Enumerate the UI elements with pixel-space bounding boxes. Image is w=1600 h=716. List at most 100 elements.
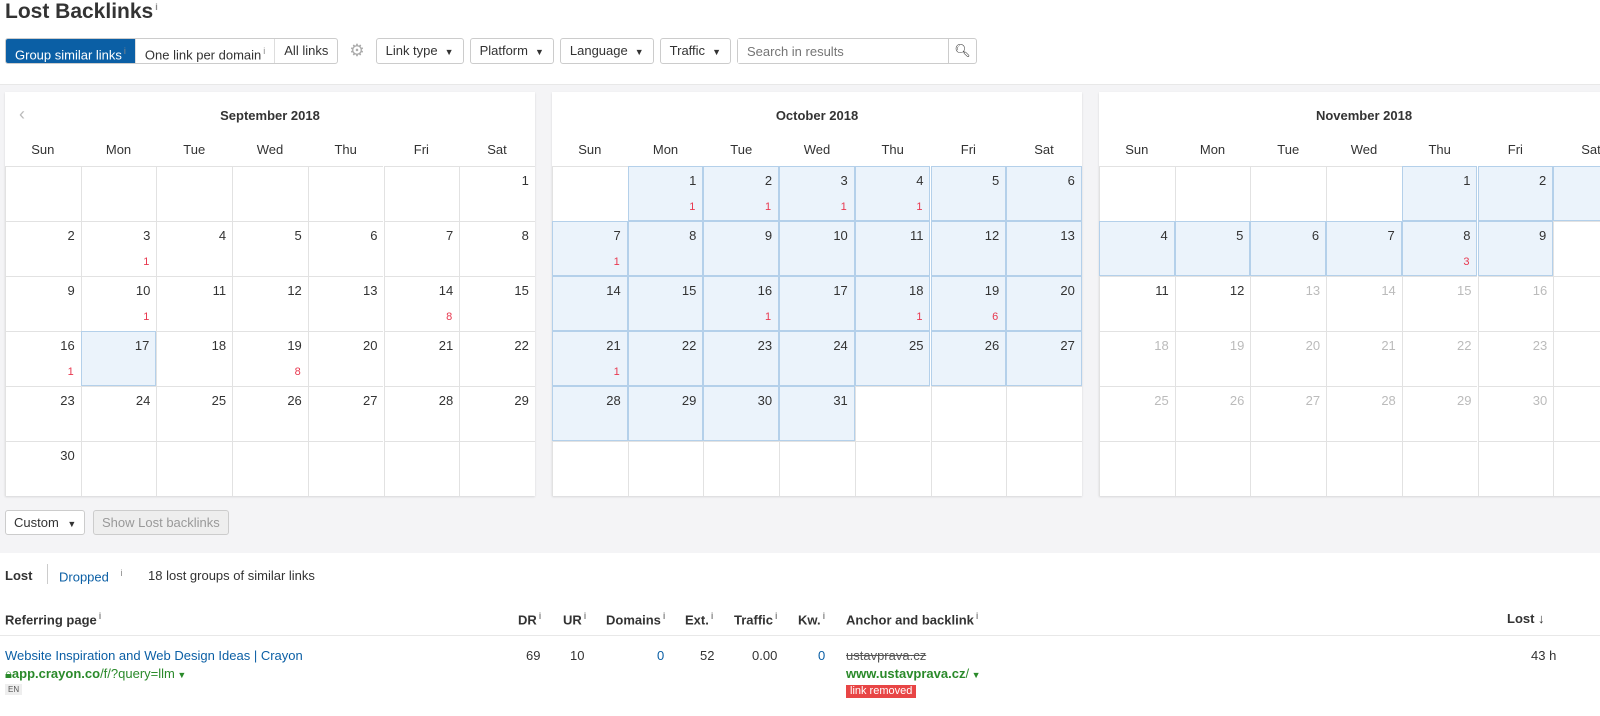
calendar-day[interactable]: 23 <box>1477 331 1554 386</box>
language-dropdown[interactable]: Language ▼ <box>559 38 654 64</box>
calendar-day[interactable]: 24 <box>80 386 157 441</box>
calendar-day[interactable]: 14 8 <box>383 276 460 331</box>
calendar-day[interactable]: 15 <box>1401 276 1478 331</box>
calendar-day[interactable]: 28 <box>1326 386 1402 441</box>
calendar-day[interactable]: 31 <box>80 221 157 276</box>
calendar-day[interactable]: 19 <box>1174 331 1251 386</box>
calendar-day[interactable]: 13 <box>1006 221 1082 276</box>
calendar-day[interactable]: 26 <box>232 386 308 441</box>
calendar-day[interactable]: 4 <box>156 221 233 276</box>
calendar-day[interactable]: 11 <box>156 276 233 331</box>
calendar-day[interactable]: 1 <box>459 166 535 221</box>
calendar-day[interactable]: 11 <box>627 166 704 221</box>
calendar-day[interactable]: 28 <box>383 386 460 441</box>
calendar-day[interactable]: 22 <box>627 331 704 386</box>
col-referring-page[interactable]: Referring page i <box>5 611 101 627</box>
calendar-day[interactable]: 21 <box>1326 331 1402 386</box>
calendar-day[interactable]: 21 1 <box>552 331 628 386</box>
calendar-day[interactable]: 20 <box>1250 331 1327 386</box>
calendar-day[interactable]: 13 <box>1250 276 1327 331</box>
col-traffic[interactable]: Traffic i <box>734 611 778 627</box>
referring-page-link[interactable]: Website Inspiration and Web Design Ideas… <box>5 648 303 663</box>
calendar-day[interactable]: 19 6 <box>930 276 1007 331</box>
calendar-day[interactable]: 27 <box>1006 331 1082 386</box>
calendar-day[interactable]: 6 <box>1250 221 1327 276</box>
calendar-day[interactable]: 26 <box>1174 386 1251 441</box>
calendar-day[interactable]: 16 <box>1477 276 1554 331</box>
link-type-dropdown[interactable]: Link type ▼ <box>375 38 464 64</box>
calendar-day[interactable]: 30 <box>5 441 81 496</box>
calendar-day[interactable]: 17 <box>80 331 157 386</box>
calendar-day[interactable]: 18 1 <box>854 276 931 331</box>
info-icon[interactable]: i <box>155 2 158 12</box>
all-links-button[interactable]: All links <box>275 39 337 63</box>
calendar-day[interactable]: 8 <box>459 221 535 276</box>
calendar-day[interactable]: 24 <box>779 331 855 386</box>
calendar-day[interactable]: 30 <box>703 386 780 441</box>
calendar-day[interactable]: 12 <box>232 276 308 331</box>
calendar-day[interactable]: 6 <box>1006 166 1082 221</box>
calendar-day[interactable]: 17 <box>779 276 855 331</box>
calendar-day[interactable]: 21 <box>703 166 780 221</box>
calendar-day[interactable]: 11 <box>854 221 931 276</box>
search-input[interactable] <box>737 39 948 63</box>
calendar-day[interactable]: 14 <box>552 276 628 331</box>
one-link-per-domain-button[interactable]: One link per domain i <box>136 39 276 63</box>
calendar-day[interactable]: 20 <box>307 331 384 386</box>
backlink-url[interactable]: www.ustavprava.cz/ ▼ <box>846 666 981 681</box>
calendar-day[interactable]: 5 <box>232 221 308 276</box>
calendar-day[interactable]: 23 <box>5 386 81 441</box>
calendar-day[interactable]: 31 <box>779 166 855 221</box>
calendar-day[interactable]: 29 <box>1401 386 1478 441</box>
show-lost-backlinks-button[interactable]: Show Lost backlinks <box>93 510 229 535</box>
calendar-day[interactable]: 2 <box>5 221 81 276</box>
traffic-dropdown[interactable]: Traffic ▼ <box>659 38 731 64</box>
group-similar-links-button[interactable]: Group similar links i <box>6 39 136 63</box>
calendar-day[interactable]: 3 <box>1553 166 1600 221</box>
calendar-day[interactable]: 4 <box>1099 221 1175 276</box>
calendar-day[interactable]: 12 <box>930 221 1007 276</box>
col-kw[interactable]: Kw. i <box>798 611 825 627</box>
calendar-day[interactable]: 27 <box>307 386 384 441</box>
calendar-day[interactable]: 10 <box>1553 221 1600 276</box>
calendar-day[interactable]: 19 8 <box>232 331 308 386</box>
calendar-day[interactable]: 29 <box>627 386 704 441</box>
col-domains[interactable]: Domains i <box>606 611 665 627</box>
calendar-day[interactable]: 16 1 <box>703 276 780 331</box>
calendar-day[interactable]: 23 <box>703 331 780 386</box>
calendar-day[interactable]: 25 <box>156 386 233 441</box>
calendar-day[interactable]: 22 <box>1401 331 1478 386</box>
platform-dropdown[interactable]: Platform ▼ <box>469 38 554 64</box>
calendar-day[interactable]: 17 <box>1553 276 1600 331</box>
tab-dropped[interactable]: Dropped i <box>59 568 123 584</box>
referring-url[interactable]: 🔒︎app.crayon.co/f/?query=llm ▼ <box>5 666 186 682</box>
col-ur[interactable]: UR i <box>563 611 586 627</box>
calendar-day[interactable]: 6 <box>307 221 384 276</box>
calendar-day[interactable]: 18 <box>1099 331 1175 386</box>
kw-value[interactable]: 0 <box>818 648 825 663</box>
col-ext[interactable]: Ext. i <box>685 611 713 627</box>
calendar-day[interactable]: 10 <box>779 221 855 276</box>
calendar-day[interactable]: 71 <box>552 221 628 276</box>
calendar-day[interactable]: 5 <box>1174 221 1251 276</box>
tab-lost[interactable]: Lost <box>5 568 32 583</box>
calendar-day[interactable]: 26 <box>930 331 1007 386</box>
calendar-day[interactable]: 25 <box>854 331 931 386</box>
calendar-day[interactable]: 9 <box>1477 221 1554 276</box>
calendar-day[interactable]: 31 <box>779 386 855 441</box>
calendar-day[interactable]: 13 <box>307 276 384 331</box>
calendar-day[interactable]: 11 <box>1099 276 1175 331</box>
calendar-day[interactable]: 9 <box>703 221 780 276</box>
col-lost[interactable]: Lost ↓ <box>1507 611 1545 626</box>
calendar-day[interactable]: 29 <box>459 386 535 441</box>
col-dr[interactable]: DR i <box>518 611 541 627</box>
calendar-day[interactable]: 27 <box>1250 386 1327 441</box>
calendar-day[interactable]: 20 <box>1006 276 1082 331</box>
calendar-day[interactable]: 24 <box>1553 331 1600 386</box>
gear-icon[interactable]: ⚙ <box>349 41 364 61</box>
calendar-day[interactable]: 18 <box>156 331 233 386</box>
col-anchor[interactable]: Anchor and backlink i <box>846 611 978 627</box>
date-range-preset-dropdown[interactable]: Custom ▼ <box>5 510 86 535</box>
search-button[interactable]: 🔍︎ <box>947 39 976 63</box>
calendar-day[interactable]: 28 <box>552 386 628 441</box>
